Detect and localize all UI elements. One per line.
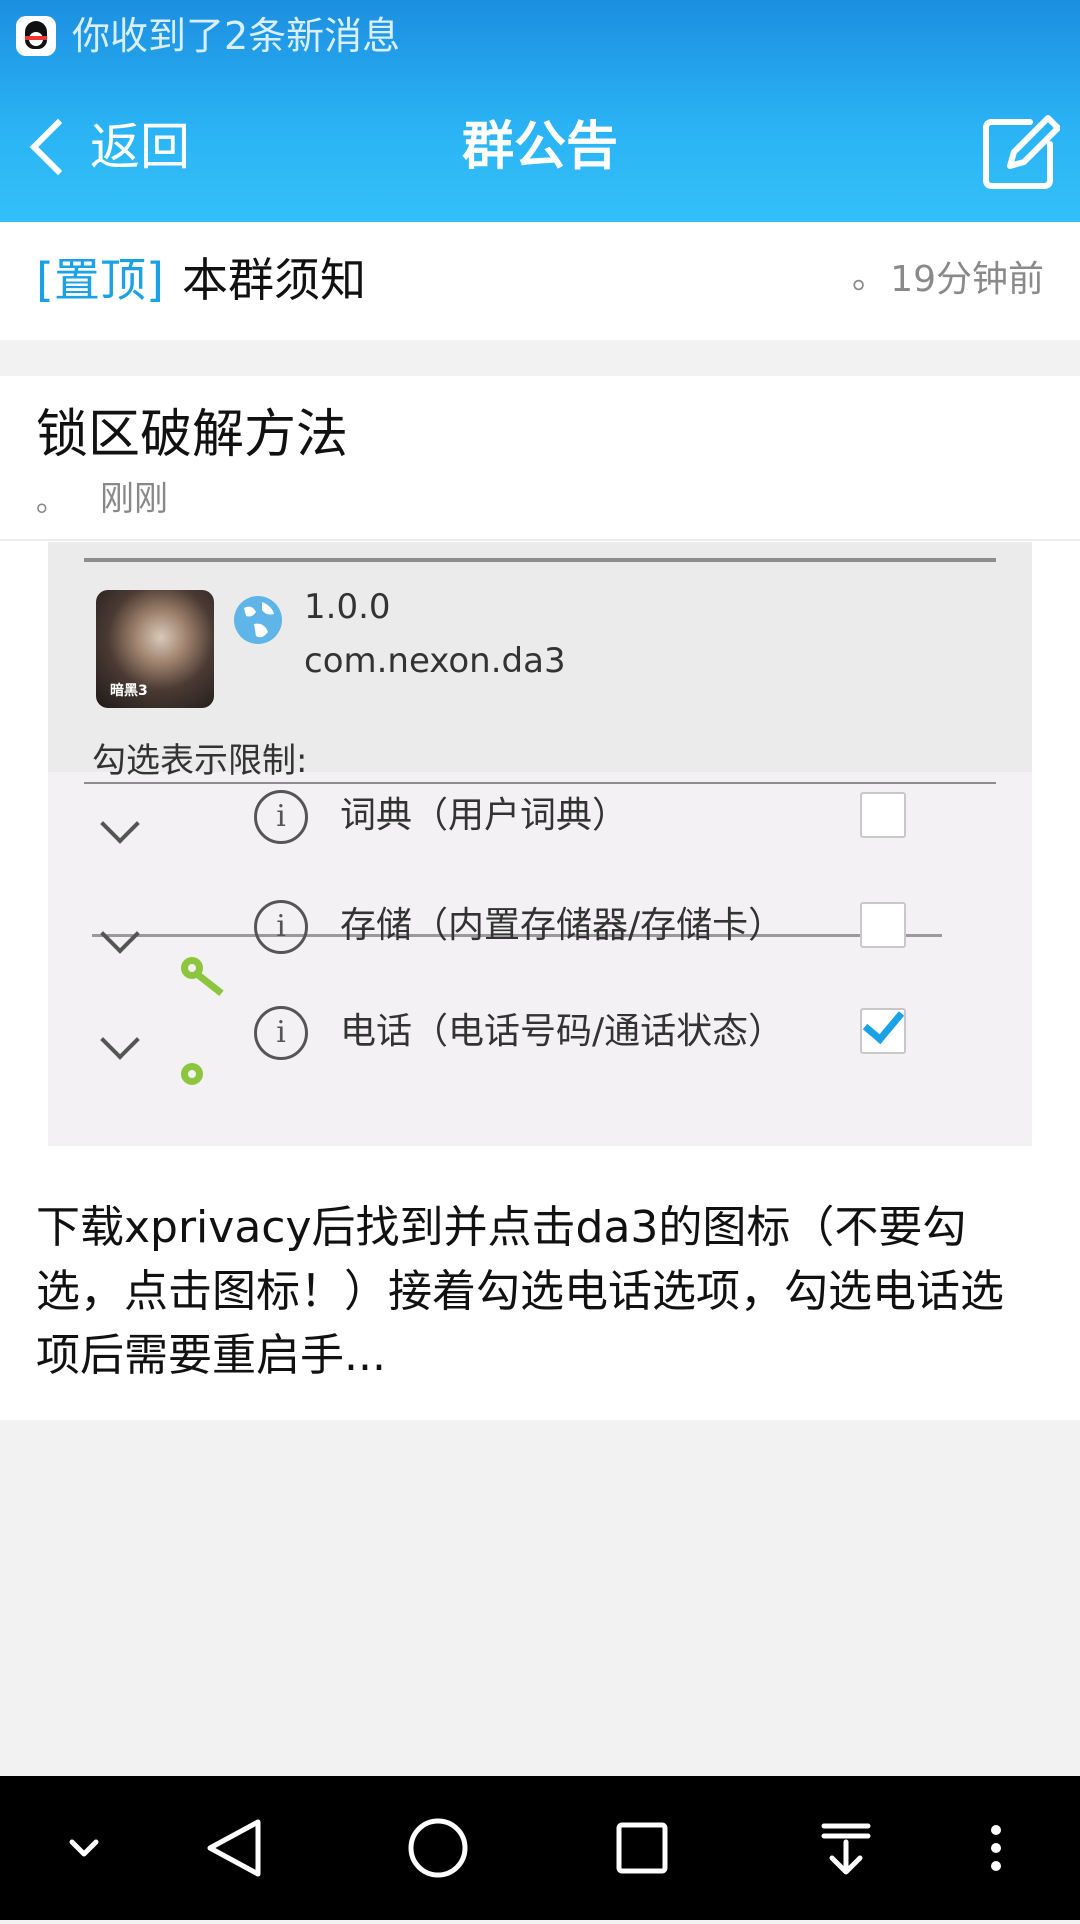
recents-nav-button[interactable]	[582, 1776, 702, 1920]
more-button[interactable]	[936, 1776, 1056, 1920]
qq-penguin-icon	[16, 16, 56, 56]
header: 你收到了2条新消息 返回 群公告	[0, 0, 1080, 222]
permission-label: 电话（电话号码/通话状态）	[340, 1011, 785, 1052]
pinned-announcement[interactable]: [置顶] 本群须知 。 19分钟前	[0, 222, 1080, 340]
permission-label: 存储（内置存储器/存储卡）	[340, 905, 785, 946]
key-icon	[181, 1063, 203, 1085]
permission-checkbox	[860, 902, 906, 948]
announcement-title: 锁区破解方法	[36, 405, 349, 465]
game-app-icon: 暗黑3	[96, 590, 214, 708]
info-icon: i	[254, 900, 308, 954]
announcement-card[interactable]: 锁区破解方法 。 刚刚 暗黑3 1.0.0 com.nexon.da3 勾选表示…	[0, 376, 1080, 1420]
app-package: com.nexon.da3	[304, 641, 566, 681]
permission-label: 词典（用户词典）	[340, 795, 629, 836]
info-icon: i	[254, 1006, 308, 1060]
permission-checkbox-checked	[860, 1000, 906, 1054]
announcement-dot: 。	[36, 484, 66, 519]
pinned-tag: [置顶]	[36, 253, 164, 307]
permission-checkbox	[860, 792, 906, 838]
key-icon	[181, 957, 224, 996]
announcement-image[interactable]: 暗黑3 1.0.0 com.nexon.da3 勾选表示限制: i 词典（用户词…	[48, 542, 1032, 1146]
announcement-body: 下载xprivacy后找到并点击da3的图标（不要勾选，点击图标！）接着勾选电话…	[36, 1202, 1004, 1381]
page-title: 群公告	[461, 117, 618, 177]
chevron-down-icon	[100, 804, 140, 844]
edit-icon	[983, 115, 1061, 189]
app-version: 1.0.0	[304, 587, 391, 627]
chevron-down-icon	[100, 1020, 140, 1060]
divider	[0, 539, 1080, 541]
notification-pull-button[interactable]	[786, 1776, 906, 1920]
system-navigation-bar	[0, 1776, 1080, 1920]
checkmark-icon	[862, 1000, 905, 1045]
edit-button[interactable]	[980, 112, 1061, 192]
pinned-time: 19分钟前	[890, 259, 1044, 300]
info-icon: i	[254, 790, 308, 844]
divider	[84, 782, 996, 784]
back-triangle-icon	[207, 1819, 261, 1877]
notification-text[interactable]: 你收到了2条新消息	[72, 12, 400, 60]
pinned-dot: 。	[852, 257, 886, 297]
globe-icon	[234, 596, 282, 644]
recents-square-icon	[616, 1822, 668, 1874]
back-nav-button[interactable]	[174, 1776, 294, 1920]
chevron-down-icon	[100, 914, 140, 954]
navbar: 返回 群公告	[0, 72, 1080, 222]
permission-row: i 存储（内置存储器/存储卡）	[48, 898, 1032, 998]
divider	[84, 558, 996, 562]
permission-row: i 词典（用户词典）	[48, 788, 1032, 888]
permission-row: i 电话（电话号码/通话状态）	[48, 1000, 1032, 1104]
restriction-label: 勾选表示限制:	[92, 741, 308, 781]
pinned-title: 本群须知	[182, 253, 366, 307]
home-nav-button[interactable]	[378, 1776, 498, 1920]
announcement-time: 刚刚	[100, 479, 168, 519]
hide-nav-button[interactable]	[24, 1776, 144, 1920]
status-bar: 你收到了2条新消息	[0, 0, 1080, 72]
more-vertical-icon	[991, 1825, 1001, 1871]
pull-down-icon	[821, 1823, 871, 1875]
chevron-down-icon	[69, 1839, 99, 1857]
home-circle-icon	[408, 1818, 468, 1878]
